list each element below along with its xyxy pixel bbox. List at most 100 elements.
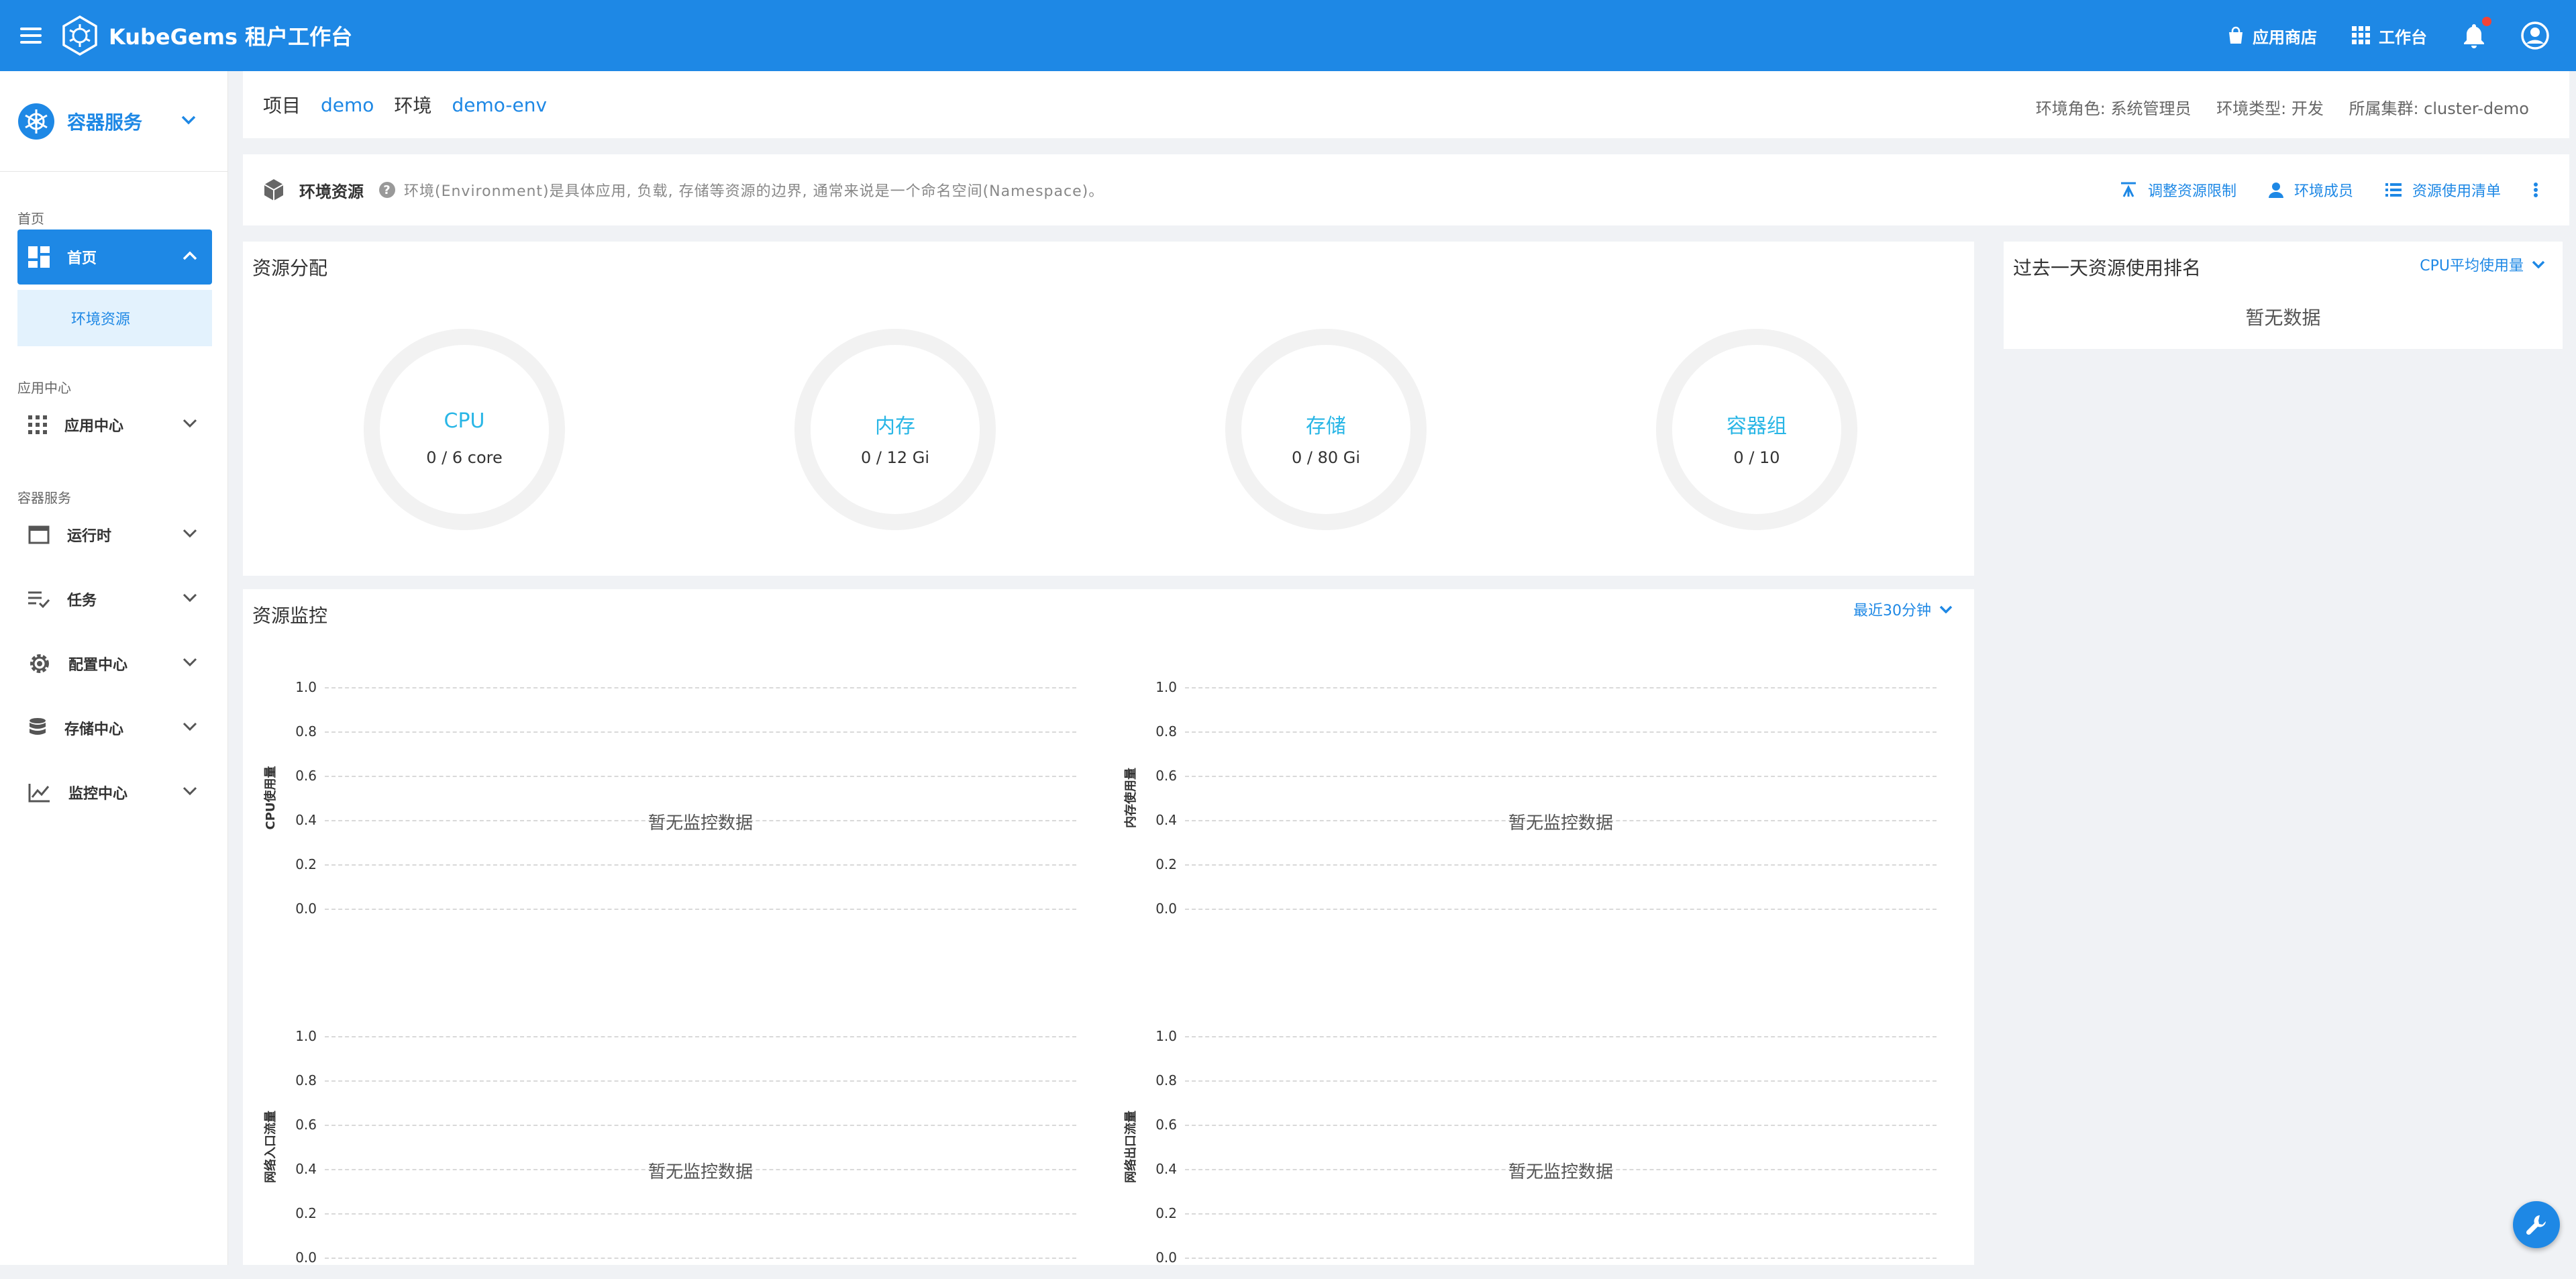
workbench-label: 工作台 [2379, 28, 2427, 47]
sidebar-item-tasks[interactable]: 任务 [17, 572, 212, 627]
y-tick-label: 1.0 [1155, 1028, 1177, 1044]
sidebar: 容器服务 首页 首页 环境资源 应用中心 应用中心 容器服务 运行时 任务 配置… [0, 71, 228, 1265]
svg-text:?: ? [383, 183, 391, 197]
help-circle-icon[interactable]: ? [378, 181, 396, 199]
y-tick-label: 0.8 [1155, 1072, 1177, 1088]
gridline [325, 1080, 1076, 1082]
y-tick-label: 0.4 [295, 1161, 317, 1177]
y-tick-label: 1.0 [295, 1028, 317, 1044]
y-tick-label: 1.0 [1155, 679, 1177, 695]
gauge-value: 0 / 12 Gi [860, 448, 930, 467]
env-resource-title: 环境资源 [299, 182, 364, 201]
sidebar-item-label: 首页 [67, 250, 97, 267]
resource-monitor-card: 资源监控 最近30分钟 1.0 0.8 0.6 0.4 0.2 0.0 CPU使用量 暂无监控… [243, 589, 1974, 1266]
gridline [1185, 776, 1937, 777]
y-axis-label: CPU使用量 [264, 766, 278, 830]
gauge-value: 0 / 10 [1733, 448, 1780, 467]
sidebar-item-label: 存储中心 [64, 721, 124, 738]
env-resource-bar: 环境资源 ? 环境(Environment)是具体应用, 负载, 存储等资源的边… [243, 154, 2569, 225]
group-label-app-center: 应用中心 [17, 380, 71, 396]
apps-grid-icon [28, 415, 47, 434]
gridline [325, 864, 1076, 866]
chevron-down-icon [183, 419, 197, 428]
monitor-chart: 1.0 0.8 0.6 0.4 0.2 0.0 网络入口流量 暂无监控数据 [243, 1011, 1082, 1279]
chevron-down-icon [2532, 260, 2545, 268]
group-label-container-service: 容器服务 [17, 490, 71, 506]
project-link[interactable]: demo [321, 94, 374, 116]
service-switcher[interactable]: 容器服务 [0, 71, 227, 172]
bell-icon [2464, 24, 2484, 48]
y-tick-label: 0.0 [1155, 1249, 1177, 1266]
gridline [325, 1213, 1076, 1215]
dashboard-icon [28, 246, 50, 268]
resource-usage-list-button[interactable]: 资源使用清单 [2385, 179, 2501, 201]
y-tick-label: 0.6 [295, 1117, 317, 1133]
account-circle-icon [2521, 21, 2549, 50]
monitor-chart: 1.0 0.8 0.6 0.4 0.2 0.0 CPU使用量 暂无监控数据 [243, 662, 1082, 930]
line-chart-icon [28, 784, 50, 803]
gridline [1185, 909, 1937, 910]
gauge-name: CPU [444, 409, 485, 433]
y-tick-label: 1.0 [295, 679, 317, 695]
y-tick-label: 0.2 [1155, 1205, 1177, 1221]
sidebar-item-monitoring-center[interactable]: 监控中心 [17, 765, 212, 820]
brand-title: KubeGems 租户工作台 [109, 24, 353, 50]
chevron-down-icon [1939, 605, 1953, 613]
task-list-icon [28, 591, 50, 608]
sidebar-subitem-env-resources[interactable]: 环境资源 [17, 290, 212, 346]
list-icon [2385, 183, 2402, 197]
sidebar-item-runtime[interactable]: 运行时 [17, 507, 212, 562]
gridline [1185, 1213, 1937, 1215]
hamburger-menu-icon[interactable] [19, 22, 46, 49]
gridline [1185, 1258, 1937, 1259]
sidebar-item-label: 任务 [67, 593, 97, 609]
y-tick-label: 0.0 [295, 901, 317, 917]
gridline [1185, 1080, 1937, 1082]
env-members-button[interactable]: 环境成员 [2268, 179, 2353, 201]
y-tick-label: 0.6 [1155, 1117, 1177, 1133]
y-tick-label: 0.4 [295, 812, 317, 828]
tools-fab-button[interactable] [2513, 1201, 2560, 1248]
y-axis-label: 网络出口流量 [1124, 1111, 1138, 1183]
resize-icon [2120, 182, 2136, 197]
y-tick-label: 0.4 [1155, 812, 1177, 828]
app-store-link[interactable]: 应用商店 [2227, 24, 2317, 48]
shopping-bag-icon [2229, 26, 2243, 44]
usage-ranking-card: 过去一天资源使用排名 CPU平均使用量 暂无数据 [2004, 242, 2563, 349]
workbench-link[interactable]: 工作台 [2352, 24, 2427, 48]
breadcrumb: 项目 demo 环境 demo-env 环境角色: 系统管理员 环境类型: 开发… [243, 71, 2569, 138]
env-type: 环境类型: 开发 [2216, 99, 2324, 118]
sidebar-item-storage-center[interactable]: 存储中心 [17, 701, 212, 756]
y-tick-label: 0.2 [1155, 856, 1177, 872]
time-range-value: 最近30分钟 [1853, 603, 1931, 619]
time-range-select[interactable]: 最近30分钟 [1853, 599, 1953, 620]
y-tick-label: 0.8 [295, 1072, 317, 1088]
window-icon [28, 525, 50, 544]
chevron-up-icon [183, 251, 197, 260]
y-tick-label: 0.8 [295, 723, 317, 739]
chevron-down-icon [183, 658, 197, 667]
top-app-bar: KubeGems 租户工作台 应用商店 工作台 [0, 0, 2576, 71]
no-monitor-data: 暂无监控数据 [1508, 813, 1613, 833]
sidebar-item-config-center[interactable]: 配置中心 [17, 636, 212, 691]
ranking-metric-select[interactable]: CPU平均使用量 [2420, 254, 2545, 275]
gauge-name: 容器组 [1727, 415, 1787, 438]
person-icon [2268, 183, 2283, 198]
sidebar-item-app-center[interactable]: 应用中心 [17, 397, 212, 452]
kubernetes-wheel-icon [18, 103, 54, 140]
sidebar-item-home[interactable]: 首页 [17, 229, 212, 285]
env-members-label: 环境成员 [2294, 183, 2353, 200]
no-monitor-data: 暂无监控数据 [648, 1162, 753, 1182]
chevron-down-icon [181, 115, 196, 125]
adjust-resource-limit-button[interactable]: 调整资源限制 [2120, 179, 2236, 201]
gridline [325, 1258, 1076, 1259]
notifications-button[interactable] [2462, 17, 2491, 49]
kubegems-logo-icon [62, 15, 97, 56]
gauge-name: 内存 [875, 415, 915, 438]
env-link[interactable]: demo-env [452, 94, 547, 116]
sidebar-item-label: 应用中心 [64, 418, 124, 435]
brand[interactable]: KubeGems 租户工作台 [59, 13, 352, 58]
account-button[interactable] [2521, 21, 2549, 50]
more-options-button[interactable] [2533, 182, 2549, 198]
more-vert-icon [2534, 183, 2538, 197]
